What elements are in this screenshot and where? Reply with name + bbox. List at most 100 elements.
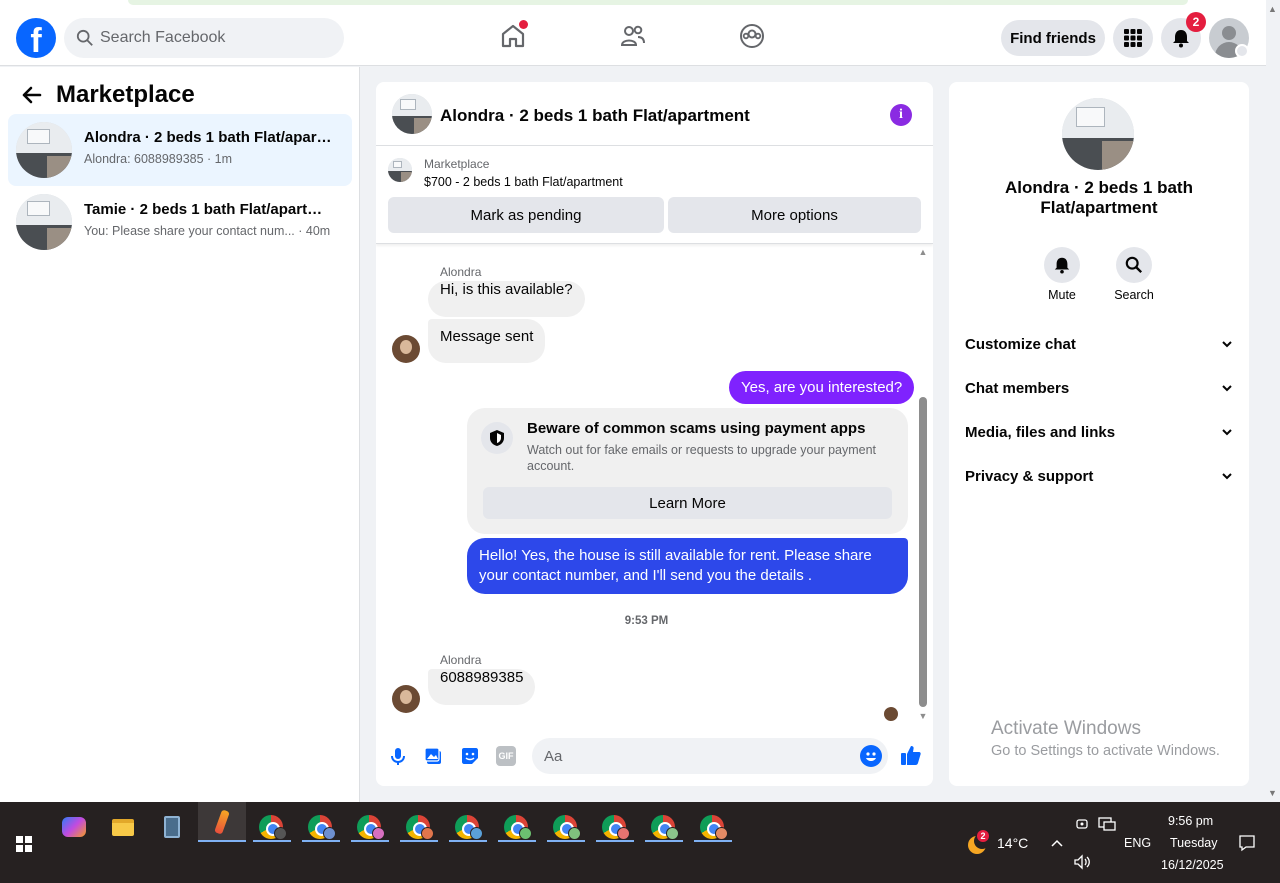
sender-avatar[interactable] (392, 335, 420, 363)
page-title: Marketplace (56, 81, 195, 108)
find-friends-button[interactable]: Find friends (1001, 20, 1105, 56)
chrome-profile-4-icon[interactable] (400, 810, 436, 844)
account-chevron-icon[interactable] (1235, 44, 1249, 58)
chevron-down-icon (1222, 385, 1232, 392)
incoming-message[interactable]: Message sent (428, 319, 546, 363)
temperature[interactable]: 14°C (997, 835, 1028, 851)
section-label: Chat members (965, 379, 1070, 397)
search-label: Search (1114, 288, 1154, 302)
section-media-files-links[interactable]: Media, files and links (965, 420, 1233, 444)
mute-label: Mute (1048, 288, 1076, 302)
mark-as-pending-button[interactable]: Mark as pending (388, 197, 664, 233)
app-running-indicator (302, 840, 340, 842)
mute-button[interactable] (1044, 247, 1080, 283)
chrome-profile-8-icon[interactable] (596, 810, 632, 844)
scroll-down-arrow[interactable]: ▼ (918, 711, 928, 721)
windows-start-icon[interactable] (16, 836, 32, 852)
sticker-icon[interactable] (460, 746, 480, 766)
listing-banner: Marketplace $700 - 2 beds 1 bath Flat/ap… (376, 146, 933, 244)
chat-panel: Alondra · 2 beds 1 bath Flat/apartment i… (376, 82, 933, 786)
chevron-down-icon (1222, 473, 1232, 480)
section-label: Media, files and links (965, 423, 1116, 441)
learn-more-button[interactable]: Learn More (483, 487, 892, 519)
more-options-button[interactable]: More options (668, 197, 921, 233)
seen-indicator-avatar (884, 707, 898, 721)
sender-name: Alondra (440, 265, 482, 279)
outgoing-message[interactable]: Yes, are you interested? (729, 371, 915, 404)
windows-taskbar: 2 14°C ENG 9:56 pm Tuesday 16/12/2025 (0, 802, 1280, 883)
chat-scrollbar-thumb[interactable] (919, 397, 927, 707)
chrome-profile-5-icon[interactable] (449, 810, 485, 844)
listing-price[interactable]: $700 - 2 beds 1 bath Flat/apartment (424, 175, 623, 189)
chrome-profile-1-icon[interactable] (253, 810, 289, 844)
search-in-chat-button[interactable] (1116, 247, 1152, 283)
meet-now-icon[interactable] (1074, 816, 1090, 832)
conversation-item-tamie[interactable]: Tamie · 2 beds 1 bath Flat/apartme... Yo… (8, 186, 352, 258)
groups-nav-button[interactable] (738, 22, 766, 50)
photo-icon[interactable] (424, 746, 444, 766)
chrome-profile-6-icon[interactable] (498, 810, 534, 844)
network-icon[interactable] (1098, 816, 1116, 832)
copilot-icon[interactable] (56, 810, 92, 844)
app-running-indicator (547, 840, 585, 842)
volume-icon[interactable] (1073, 854, 1091, 870)
clock-date[interactable]: 16/12/2025 (1161, 858, 1224, 872)
scroll-up-arrow[interactable]: ▲ (918, 247, 928, 257)
listing-thumbnail[interactable] (388, 158, 412, 182)
file-explorer-icon[interactable] (105, 810, 141, 844)
section-chat-members[interactable]: Chat members (965, 376, 1233, 400)
incoming-message[interactable]: Hi, is this available? (428, 281, 585, 317)
chevron-down-icon (1222, 341, 1232, 348)
info-icon[interactable]: i (890, 104, 912, 126)
friends-nav-button[interactable] (619, 22, 647, 50)
section-privacy-support[interactable]: Privacy & support (965, 464, 1233, 488)
chrome-profile-7-icon[interactable] (547, 810, 583, 844)
grid-menu-icon (1124, 29, 1142, 47)
chevron-up-icon[interactable] (1050, 838, 1064, 848)
friends-icon (620, 25, 645, 46)
outgoing-message[interactable]: Hello! Yes, the house is still available… (467, 538, 908, 594)
section-customize-chat[interactable]: Customize chat (965, 332, 1233, 356)
facebook-logo[interactable]: f (16, 18, 56, 58)
marketplace-header: Marketplace (20, 81, 195, 109)
calculator-icon[interactable] (154, 810, 190, 844)
incoming-message[interactable]: 6088989385 (428, 669, 536, 705)
app-running-indicator (351, 840, 389, 842)
conversation-title: Tamie · 2 beds 1 bath Flat/apartme... (84, 201, 334, 218)
microphone-icon[interactable] (388, 746, 408, 766)
language-indicator[interactable]: ENG (1124, 836, 1151, 850)
listing-thumbnail-large[interactable] (1062, 98, 1134, 170)
search-box[interactable] (64, 18, 344, 58)
section-label: Privacy & support (965, 467, 1094, 485)
page-scroll-up-arrow[interactable]: ▲ (1268, 4, 1277, 14)
activate-windows-subtitle: Go to Settings to activate Windows. (991, 743, 1220, 759)
groups-icon (740, 24, 764, 48)
message-input[interactable] (532, 738, 888, 774)
chrome-profile-3-icon[interactable] (351, 810, 387, 844)
loading-strip (128, 0, 1188, 5)
conversation-item-alondra[interactable]: Alondra · 2 beds 1 bath Flat/apart... Al… (8, 114, 352, 186)
chrome-profile-9-icon[interactable] (645, 810, 681, 844)
gif-icon[interactable]: GIF (496, 746, 516, 766)
page-scroll-down-arrow[interactable]: ▼ (1268, 788, 1277, 798)
paint-app-icon[interactable] (198, 802, 246, 842)
back-arrow-icon[interactable] (20, 84, 42, 106)
thumbs-up-icon[interactable] (900, 744, 922, 766)
menu-button[interactable] (1113, 18, 1153, 58)
chat-title[interactable]: Alondra · 2 beds 1 bath Flat/apartment (440, 106, 750, 126)
clock-time[interactable]: 9:56 pm (1168, 814, 1213, 828)
details-title: Alondra · 2 beds 1 bath Flat/apartment (1005, 178, 1193, 217)
app-running-indicator (400, 840, 438, 842)
warning-body: Watch out for fake emails or requests to… (527, 443, 877, 473)
chrome-profile-10-icon[interactable] (694, 810, 730, 844)
home-nav-button[interactable] (499, 20, 528, 50)
listing-source: Marketplace (424, 157, 490, 171)
warning-title: Beware of common scams using payment app… (527, 420, 866, 437)
emoji-icon[interactable] (860, 745, 882, 767)
clock-day[interactable]: Tuesday (1170, 836, 1217, 850)
chat-avatar[interactable] (392, 94, 432, 134)
chrome-profile-2-icon[interactable] (302, 810, 338, 844)
notification-center-icon[interactable] (1238, 834, 1256, 852)
search-input[interactable] (100, 29, 320, 47)
sender-avatar[interactable] (392, 685, 420, 713)
